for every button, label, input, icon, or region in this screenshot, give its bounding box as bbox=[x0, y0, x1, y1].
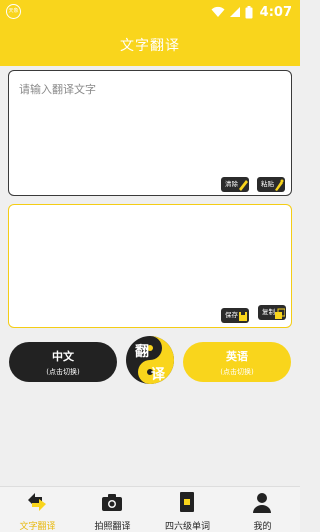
translate-char-top: 翻 bbox=[135, 343, 149, 360]
battery-icon bbox=[245, 5, 253, 18]
tab-label: 我的 bbox=[253, 522, 272, 532]
status-time: 4:07 bbox=[259, 4, 292, 20]
word-book-icon bbox=[180, 492, 194, 512]
signal-icon bbox=[229, 7, 240, 17]
save-button[interactable]: 保存 bbox=[221, 308, 249, 323]
camera-icon bbox=[102, 494, 122, 511]
target-language-hint: (点击切换) bbox=[220, 368, 254, 376]
copy-button[interactable]: 复制 bbox=[258, 305, 286, 320]
tab-cet-words[interactable]: 四六级单词 bbox=[150, 487, 225, 532]
tab-label: 拍照翻译 bbox=[94, 522, 131, 532]
status-icons: 4:07 bbox=[211, 3, 292, 21]
source-language-button[interactable]: 中文 (点击切换) bbox=[9, 342, 117, 382]
app-badge: 天象 bbox=[6, 4, 21, 19]
translation-output: 保存 复制 bbox=[8, 204, 292, 328]
translate-char-bottom: 译 bbox=[151, 367, 166, 383]
eraser-icon bbox=[239, 180, 248, 191]
paste-button[interactable]: 粘贴 bbox=[257, 177, 285, 192]
bottom-tab-bar: 文字翻译 拍照翻译 四六级单词 我的 bbox=[0, 486, 300, 532]
status-bar: 天象 4:07 bbox=[0, 0, 300, 24]
source-text-input[interactable]: 请输入翻译文字 清除 粘贴 bbox=[8, 70, 292, 196]
copy-icon bbox=[275, 308, 285, 319]
app-header: 文字翻译 bbox=[0, 24, 300, 66]
translate-button[interactable]: 翻 译 bbox=[125, 335, 175, 385]
clear-button[interactable]: 清除 bbox=[221, 177, 249, 192]
page-title: 文字翻译 bbox=[120, 38, 180, 54]
tab-mine[interactable]: 我的 bbox=[225, 487, 300, 532]
clear-label: 清除 bbox=[225, 180, 238, 188]
source-language-name: 中文 bbox=[52, 350, 74, 363]
paste-icon bbox=[275, 179, 284, 191]
tab-photo-translate[interactable]: 拍照翻译 bbox=[75, 487, 150, 532]
wifi-icon bbox=[211, 6, 225, 17]
source-language-hint: (点击切换) bbox=[46, 368, 80, 376]
tab-label: 四六级单词 bbox=[164, 522, 210, 532]
save-icon bbox=[239, 312, 247, 321]
paste-label: 粘贴 bbox=[261, 180, 274, 188]
person-icon bbox=[253, 493, 271, 513]
target-language-button[interactable]: 英语 (点击切换) bbox=[183, 342, 291, 382]
tab-text-translate[interactable]: 文字翻译 bbox=[0, 487, 75, 532]
input-placeholder: 请输入翻译文字 bbox=[19, 83, 96, 96]
target-language-name: 英语 bbox=[226, 350, 248, 363]
copy-label: 复制 bbox=[262, 308, 275, 316]
text-translate-icon bbox=[28, 493, 46, 511]
save-label: 保存 bbox=[225, 311, 238, 319]
tab-label: 文字翻译 bbox=[19, 522, 56, 532]
